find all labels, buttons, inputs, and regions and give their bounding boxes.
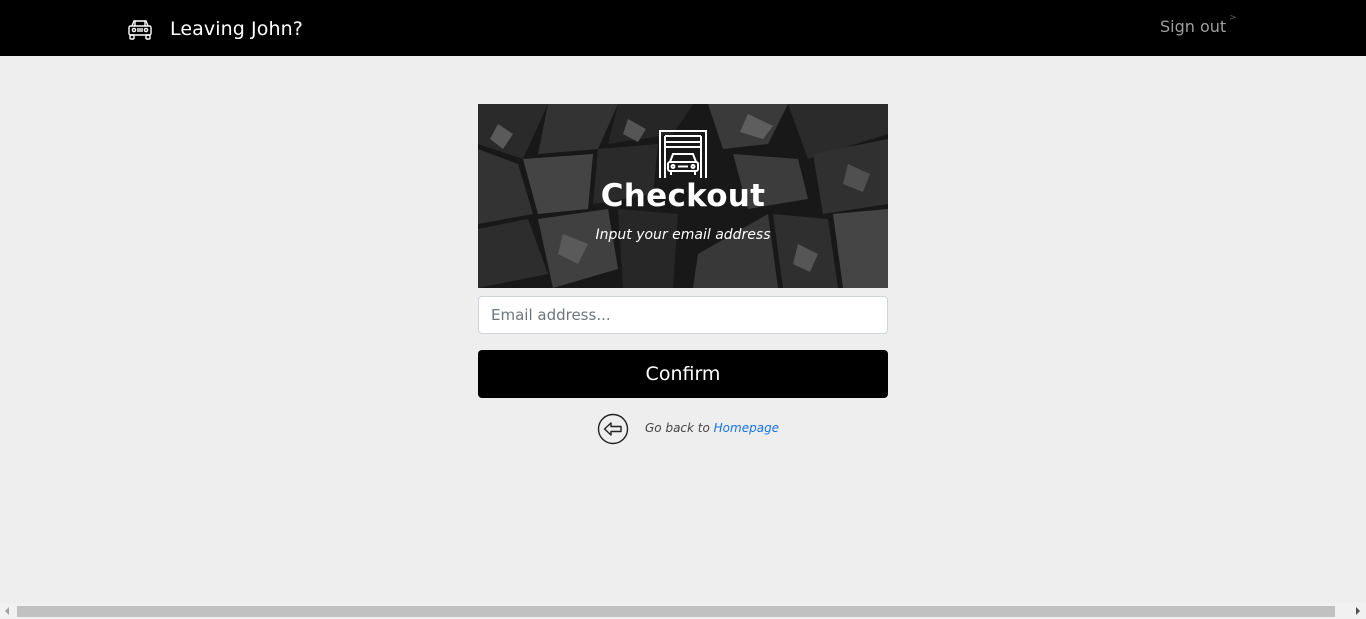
homepage-link[interactable]: Homepage xyxy=(714,421,779,435)
hero-content: Checkout Input your email address xyxy=(478,104,888,288)
brand-link[interactable]: Leaving John? xyxy=(126,14,303,44)
garage-car-icon xyxy=(659,130,707,178)
sign-out-caret: > xyxy=(1229,13,1237,23)
confirm-button[interactable]: Confirm xyxy=(478,350,888,398)
back-to-home: Go back to Homepage xyxy=(645,421,779,435)
back-prefix: Go back to xyxy=(645,421,714,435)
email-input[interactable] xyxy=(478,296,888,334)
jeep-icon xyxy=(128,20,152,40)
page-title: Checkout xyxy=(600,178,766,214)
checkout-hero: Checkout Input your email address xyxy=(478,104,888,288)
page-subtitle: Input your email address xyxy=(595,227,771,243)
horizontal-scrollbar[interactable] xyxy=(0,603,1366,619)
brand-title: Leaving John? xyxy=(170,18,303,40)
arrow-left-circle-icon[interactable] xyxy=(597,413,629,445)
top-navbar: Leaving John? Sign out > xyxy=(0,0,1366,56)
scroll-left-arrow-icon[interactable] xyxy=(5,607,9,615)
scroll-right-arrow-icon[interactable] xyxy=(1356,607,1360,615)
sign-out-link[interactable]: Sign out xyxy=(1160,17,1226,36)
scrollbar-thumb[interactable] xyxy=(17,606,1335,617)
